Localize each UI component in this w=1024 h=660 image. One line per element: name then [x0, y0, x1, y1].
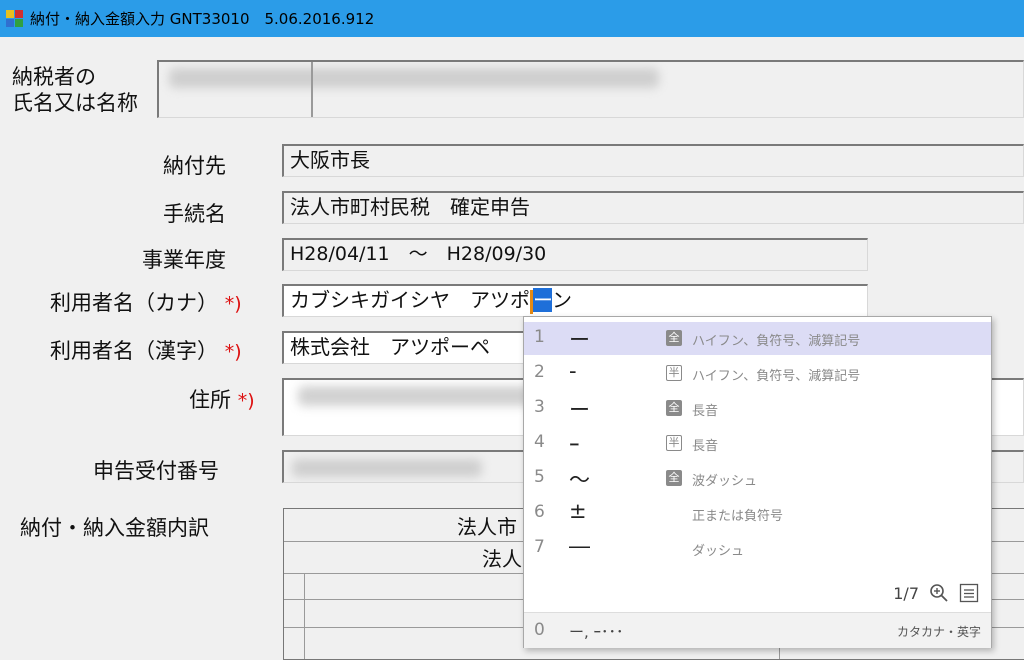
ime-candidate[interactable]: 3 ー 全 長音: [524, 392, 991, 425]
procedure-label: 手続名: [163, 202, 226, 226]
user-kana-suffix: ン: [552, 288, 572, 312]
fullwidth-badge-icon: 全: [666, 330, 682, 346]
redacted-block: [169, 68, 659, 88]
breakdown-label: 納付・納入金額内訳: [20, 516, 209, 540]
candidate-description: 長音: [692, 404, 719, 419]
candidate-number: 1: [534, 327, 545, 347]
fullwidth-badge-icon: 全: [666, 470, 682, 486]
selected-char: ー: [533, 288, 552, 312]
breakdown-header-2: 法人: [482, 547, 522, 571]
candidate-number: 3: [534, 397, 545, 417]
candidate-description: 正または負符号: [692, 509, 784, 524]
candidate-number: 4: [534, 432, 545, 452]
candidate-number: 2: [534, 362, 545, 382]
candidate-char: -: [569, 359, 577, 383]
candidate-description: ダッシュ: [692, 544, 745, 559]
taxpayer-label-line1: 納税者の: [12, 65, 96, 89]
address-label: 住所 *): [189, 384, 255, 414]
grid-line: [304, 573, 305, 659]
input-mode-label: カタカナ・英字: [896, 625, 981, 639]
user-kanji-label: 利用者名（漢字） *): [50, 335, 242, 365]
taxpayer-label: 納税者の 氏名又は名称: [12, 64, 138, 116]
procedure-field: 法人市町村民税 確定申告: [282, 191, 1024, 224]
ime-candidate-window[interactable]: 1 ー 全 ハイフン、負符号、減算記号 2 - 半 ハイフン、負符号、減算記号 …: [523, 316, 992, 648]
required-mark: *): [237, 390, 255, 412]
candidate-number: 5: [534, 467, 545, 487]
user-kana-label-text: 利用者名（カナ）: [50, 291, 218, 315]
address-label-text: 住所: [189, 388, 231, 412]
candidate-char: ー: [569, 328, 590, 352]
title-bar: 納付・納入金額入力 GNT33010 5.06.2016.912: [0, 0, 1024, 37]
fullwidth-badge-icon: 全: [666, 400, 682, 416]
ime-candidate[interactable]: 1 ー 全 ハイフン、負符号、減算記号: [524, 322, 991, 355]
window-title: 納付・納入金額入力 GNT33010 5.06.2016.912: [30, 10, 375, 28]
required-mark: *): [224, 293, 242, 315]
halfwidth-badge-icon: 半: [666, 365, 682, 381]
receipt-number-label: 申告受付番号: [93, 459, 219, 483]
bottom-chars: ー, ｰ･･･: [569, 623, 624, 641]
ime-footer: 1/7: [893, 583, 979, 603]
bottom-number: 0: [534, 620, 545, 640]
ime-bottom-row[interactable]: 0 ー, ｰ･･･ カタカナ・英字: [524, 612, 991, 648]
candidate-number: 7: [534, 537, 545, 557]
user-kana-text: カブシキガイシヤ アツポ: [290, 288, 530, 312]
taxpayer-name-field: [157, 60, 1024, 118]
redacted-block: [292, 459, 482, 477]
candidate-number: 6: [534, 502, 545, 522]
user-kana-input[interactable]: カブシキガイシヤ アツポ ーン: [282, 284, 868, 317]
halfwidth-badge-icon: 半: [666, 435, 682, 451]
breakdown-header-1: 法人市: [457, 515, 517, 539]
taxpayer-label-line2: 氏名又は名称: [12, 91, 138, 115]
candidate-char: ～: [569, 468, 590, 492]
candidate-char: ±: [569, 499, 587, 523]
fiscal-year-label: 事業年度: [142, 248, 226, 272]
required-mark: *): [224, 341, 242, 363]
ime-candidate[interactable]: 2 - 半 ハイフン、負符号、減算記号: [524, 357, 991, 390]
candidate-description: ハイフン、負符号、減算記号: [692, 334, 861, 349]
ime-candidate[interactable]: 6 ± 正または負符号: [524, 497, 991, 530]
candidate-description: 波ダッシュ: [692, 474, 758, 489]
list-icon[interactable]: [959, 583, 979, 603]
page-indicator: 1/7: [893, 583, 919, 603]
candidate-char: ―: [569, 534, 590, 558]
user-kana-label: 利用者名（カナ） *): [50, 287, 242, 317]
candidate-description: ハイフン、負符号、減算記号: [692, 369, 861, 384]
app-icon: [6, 9, 24, 28]
ime-candidate[interactable]: 5 ～ 全 波ダッシュ: [524, 462, 991, 495]
fiscal-year-field: H28/04/11 ～ H28/09/30: [282, 238, 868, 271]
user-kanji-label-text: 利用者名（漢字）: [50, 339, 218, 363]
field-divider: [311, 62, 313, 117]
payee-label: 納付先: [163, 154, 226, 178]
candidate-char: ｰ: [569, 433, 580, 457]
candidate-description: 長音: [692, 439, 719, 454]
payee-field: 大阪市長: [282, 144, 1024, 177]
zoom-icon[interactable]: [929, 583, 949, 603]
candidate-char: ー: [569, 398, 590, 422]
ime-candidate[interactable]: 4 ｰ 半 長音: [524, 427, 991, 460]
ime-candidate[interactable]: 7 ― ダッシュ: [524, 532, 991, 565]
